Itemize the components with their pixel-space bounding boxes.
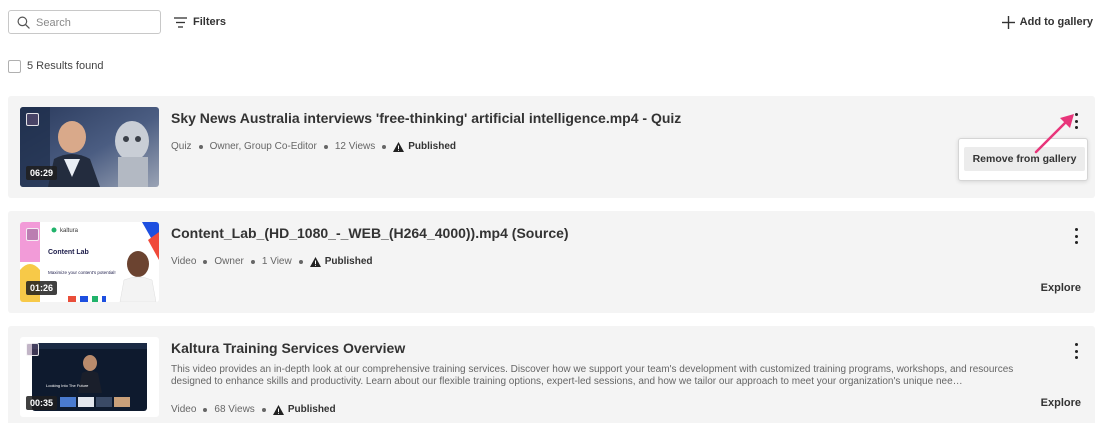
toolbar: Filters Add to gallery <box>8 10 1095 34</box>
entry-meta: Quiz Owner, Group Co-Editor 12 Views Pub… <box>171 141 456 152</box>
entry-status: Published <box>287 404 336 415</box>
entry-description: This video provides an in-depth look at … <box>171 364 1014 387</box>
duration-badge: 06:29 <box>26 166 58 180</box>
separator-dot <box>250 259 255 264</box>
entry-views: 12 Views <box>334 141 376 152</box>
entry-status: Published <box>408 141 457 152</box>
entry-title[interactable]: Kaltura Training Services Overview <box>171 340 405 356</box>
warning-icon <box>393 141 405 152</box>
explore-button[interactable]: Explore <box>1041 397 1081 409</box>
entry-views: 68 Views <box>214 404 255 415</box>
entry-status: Published <box>324 256 373 267</box>
entry-select-checkbox[interactable] <box>26 113 39 126</box>
search-icon <box>17 16 30 29</box>
more-options-icon[interactable] <box>1073 113 1079 129</box>
entry-title[interactable]: Sky News Australia interviews 'free-thin… <box>171 110 681 126</box>
add-to-gallery-label: Add to gallery <box>1019 16 1093 28</box>
entry-select-checkbox[interactable] <box>26 228 39 241</box>
separator-dot <box>298 259 303 264</box>
separator-dot <box>323 144 328 149</box>
filter-lines-icon <box>174 16 187 28</box>
thumbnail-sub-text: Maximize your content's potential! <box>48 270 116 275</box>
entry-role: Owner, Group Co-Editor <box>209 141 317 152</box>
remove-from-gallery-menu-item[interactable]: Remove from gallery <box>964 147 1085 171</box>
entry-meta: Video 68 Views Published <box>171 404 336 415</box>
entry-thumbnail[interactable]: 06:29 <box>20 107 159 187</box>
search-box[interactable] <box>8 10 161 34</box>
duration-badge: 00:35 <box>26 396 58 410</box>
select-all-checkbox[interactable] <box>8 59 21 73</box>
separator-dot <box>382 144 387 149</box>
explore-button[interactable]: Explore <box>1041 282 1081 294</box>
entry-role: Owner <box>214 256 244 267</box>
separator-dot <box>203 259 208 264</box>
entry-context-menu: Remove from gallery <box>958 138 1088 181</box>
entry-thumbnail[interactable]: kaltura Content Lab Maximize your conten… <box>20 222 159 302</box>
results-summary: 5 Results found <box>8 58 103 74</box>
entry-type: Video <box>171 256 197 267</box>
warning-icon <box>309 256 321 267</box>
entry-type: Video <box>171 404 197 415</box>
thumbnail-heading-text: Looking Into The Future <box>46 383 89 388</box>
entry-card: Looking Into The Future 00:35 Kaltura Tr… <box>8 326 1095 423</box>
more-options-icon[interactable] <box>1073 343 1079 359</box>
entry-title[interactable]: Content_Lab_(HD_1080_-_WEB_(H264_4000)).… <box>171 225 569 241</box>
more-options-icon[interactable] <box>1073 228 1079 244</box>
filters-label: Filters <box>193 16 227 28</box>
thumbnail-brand-text: kaltura <box>60 228 79 234</box>
entry-meta: Video Owner 1 View Published <box>171 256 373 267</box>
entry-card: kaltura Content Lab Maximize your conten… <box>8 211 1095 313</box>
entry-type: Quiz <box>171 141 192 152</box>
filters-button[interactable]: Filters <box>174 12 226 32</box>
separator-dot <box>203 407 208 412</box>
warning-icon <box>272 404 284 415</box>
plus-icon <box>1001 15 1015 29</box>
add-to-gallery-button[interactable]: Add to gallery <box>1001 12 1093 32</box>
results-count: 5 Results found <box>27 60 104 72</box>
separator-dot <box>198 144 203 149</box>
duration-badge: 01:26 <box>26 281 58 295</box>
entry-thumbnail[interactable]: Looking Into The Future 00:35 <box>20 337 159 417</box>
entry-card: 06:29 Sky News Australia interviews 'fre… <box>8 96 1095 198</box>
entry-select-checkbox[interactable] <box>26 343 39 356</box>
entry-views: 1 View <box>261 256 292 267</box>
search-input[interactable] <box>36 14 156 31</box>
separator-dot <box>261 407 266 412</box>
thumbnail-heading-text: Content Lab <box>48 249 89 256</box>
